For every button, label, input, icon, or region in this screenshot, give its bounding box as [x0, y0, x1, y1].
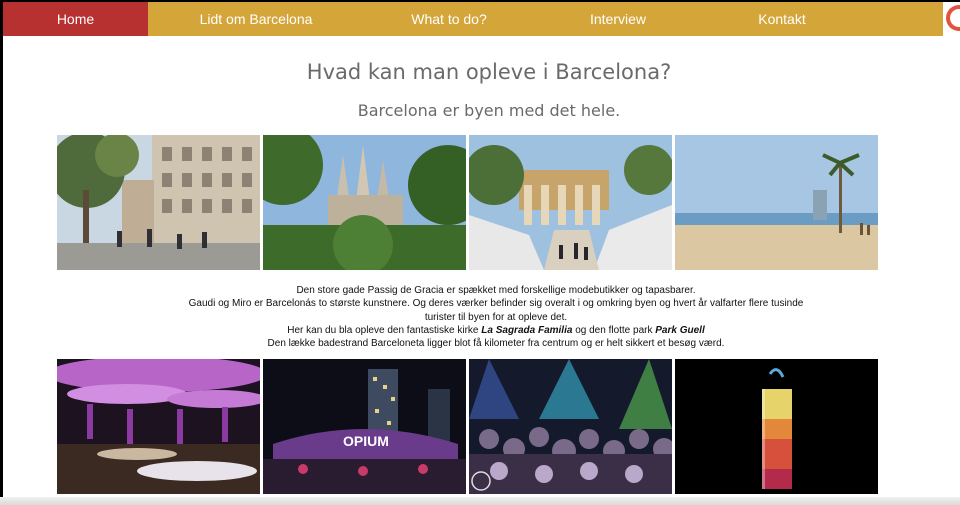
svg-text:OPIUM: OPIUM: [343, 433, 389, 449]
nav-interview[interactable]: Interview: [534, 2, 702, 36]
window-bottom-edge: [0, 497, 960, 505]
street-photo: [57, 135, 260, 270]
cocktail-photo: [675, 359, 878, 494]
text-line-gaudi: Gaudi og Miro er Barcelonás to største k…: [188, 298, 804, 323]
park-guell-photo: [469, 135, 672, 270]
page-title: Hvad kan man opleve i Barcelona?: [306, 60, 672, 84]
sagrada-familia-name: La Sagrada Familia: [481, 324, 573, 336]
beach-photo: [675, 135, 878, 270]
text-line-sagrada-mid: og den flotte park: [572, 324, 656, 336]
park-guell-name: Park Guell: [655, 324, 705, 336]
text-line-sagrada: Her kan du bla opleve den fantastiske ki…: [185, 324, 807, 337]
text-line-beach: Den lække badestrand Barceloneta ligger …: [267, 338, 725, 350]
opium-club-photo: OPIUM: [263, 359, 466, 494]
nav-lidt-om-barcelona[interactable]: Lidt om Barcelona: [148, 2, 364, 36]
main-navbar: Home Lidt om Barcelona What to do? Inter…: [3, 2, 960, 36]
nightclub-crowd-photo: [469, 359, 672, 494]
text-line-passeig: Den store gade Passig de Gracia er spækk…: [296, 285, 696, 296]
text-line-sagrada-pre: Her kan du bla opleve den fantastiske ki…: [287, 324, 482, 336]
nav-kontakt[interactable]: Kontakt: [702, 2, 862, 36]
nav-home[interactable]: Home: [3, 2, 148, 36]
circular-logo-icon[interactable]: [943, 2, 960, 36]
lounge-photo: [57, 359, 260, 494]
nav-what-to-do[interactable]: What to do?: [364, 2, 534, 36]
sagrada-familia-photo: [263, 135, 466, 270]
page-subtitle: Barcelona er byen med det hele.: [357, 101, 621, 120]
intro-text: Den store gade Passig de Gracia er spækk…: [185, 284, 807, 350]
